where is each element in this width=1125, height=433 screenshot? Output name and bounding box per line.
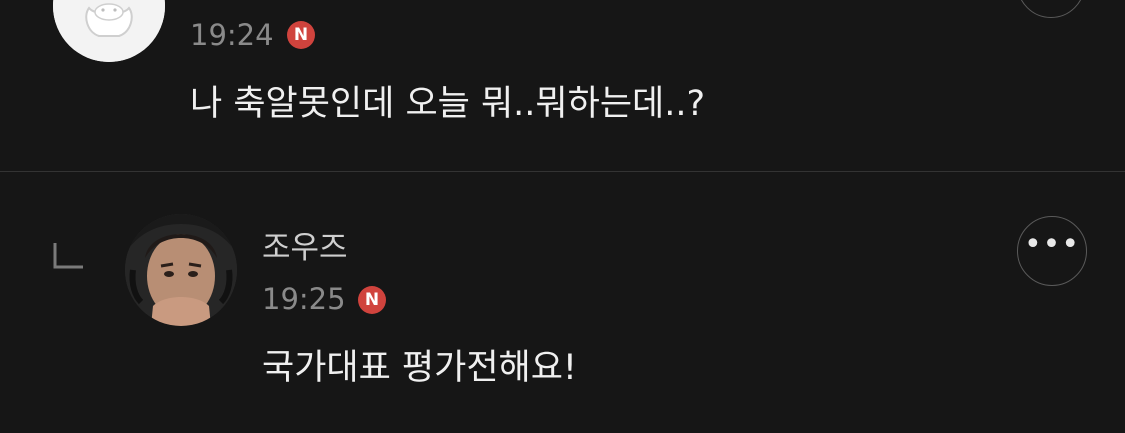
new-badge: N bbox=[287, 21, 315, 49]
more-options-icon: ••• bbox=[1023, 227, 1081, 262]
reply-arrow-icon bbox=[53, 243, 83, 269]
divider bbox=[0, 171, 1125, 172]
comment-timestamp: 19:25 bbox=[262, 282, 346, 316]
comment-text: 나 축알못인데 오늘 뭐..뭐하는데..? bbox=[190, 84, 706, 124]
cartoon-character-icon bbox=[53, 0, 165, 62]
comment-author[interactable]: 조우즈 bbox=[262, 228, 348, 268]
new-badge: N bbox=[358, 286, 386, 314]
user-avatar[interactable] bbox=[125, 214, 237, 326]
comment-timestamp: 19:24 bbox=[190, 18, 274, 52]
more-options-button[interactable]: ••• bbox=[1017, 216, 1087, 286]
profile-photo bbox=[125, 214, 237, 326]
comment-thread: 19:24 N 나 축알못인데 오늘 뭐..뭐하는데..? 조우즈 19:25 … bbox=[0, 0, 1125, 433]
comment-text: 국가대표 평가전해요! bbox=[262, 348, 577, 388]
user-avatar[interactable] bbox=[53, 0, 165, 62]
more-options-button[interactable] bbox=[1017, 0, 1085, 18]
